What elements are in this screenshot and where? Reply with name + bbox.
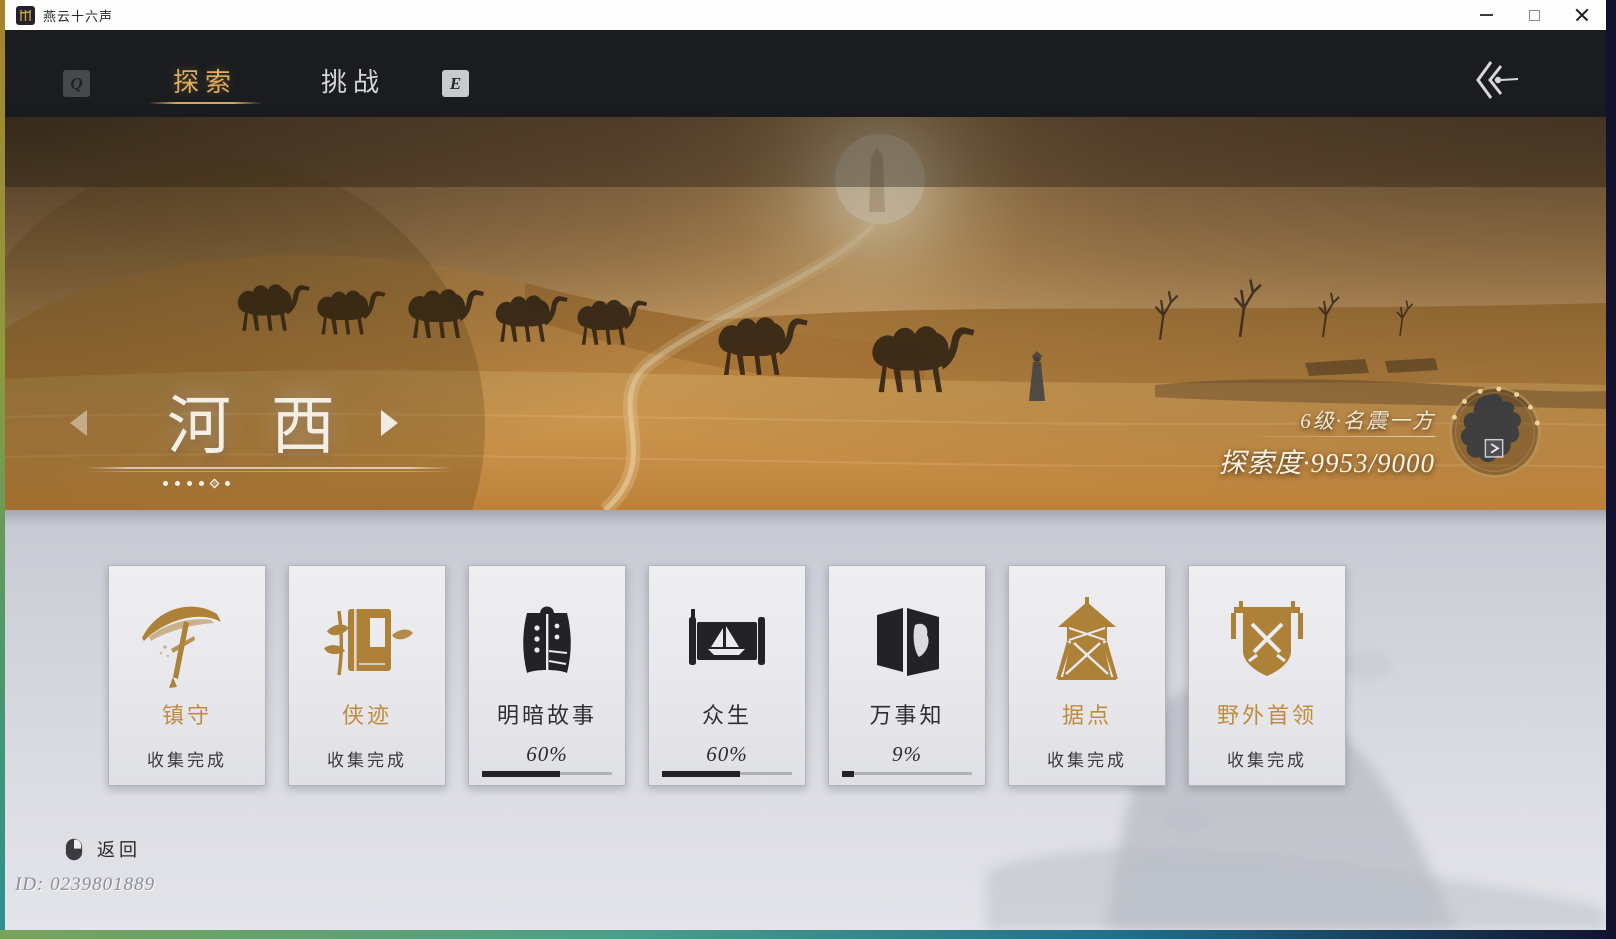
tab-challenge[interactable]: 挑战 xyxy=(303,62,403,99)
collection-cards-row: 镇守 收集完成 侠迹 收集完成 明暗故事 60% 众生 60% 万事知 9% 据… xyxy=(108,565,1346,786)
progress-fill xyxy=(482,770,560,777)
page-dot xyxy=(163,480,168,486)
top-nav: Q 探索 挑战 E xyxy=(5,30,1606,117)
scroll-boat-icon xyxy=(677,588,777,696)
card-wanshizhi[interactable]: 万事知 9% xyxy=(828,565,986,786)
card-status: 收集完成 xyxy=(327,751,407,770)
exploration-progress-text: 探索度·9953/9000 xyxy=(1218,448,1435,478)
page-dot xyxy=(199,480,204,486)
book-bamboo-icon xyxy=(317,588,417,696)
card-zhongsheng[interactable]: 众生 60% xyxy=(648,565,806,786)
page-dot xyxy=(187,480,192,486)
title-bar: 燕云十六声 xyxy=(5,0,1606,30)
region-name: 河西 xyxy=(167,391,375,462)
card-status: 收集完成 xyxy=(1227,751,1307,770)
card-title: 据点 xyxy=(1061,703,1112,728)
desktop-background-right xyxy=(1606,0,1616,939)
back-control[interactable]: 返回 xyxy=(65,836,141,862)
mouse-right-click-icon xyxy=(65,838,83,860)
card-percentage: 9% xyxy=(892,742,922,766)
card-percentage: 60% xyxy=(526,742,568,766)
level-divider-line xyxy=(1240,436,1435,437)
card-title: 侠迹 xyxy=(341,703,392,728)
card-title: 明暗故事 xyxy=(496,703,597,728)
prev-region-arrow[interactable] xyxy=(70,410,87,436)
region-level-text: 6级·名震一方 xyxy=(1300,409,1435,433)
progress-fill xyxy=(662,770,740,777)
game-window: 燕云十六声 Q 探索 挑战 E 河西 6级·名震一方 探索度·9953/9000… xyxy=(5,0,1606,930)
region-divider-line xyxy=(85,467,453,469)
card-title: 万事知 xyxy=(869,703,945,728)
card-title: 众生 xyxy=(701,703,752,728)
folding-screen-icon xyxy=(857,588,957,696)
page-dot xyxy=(175,480,180,486)
watchtower-icon xyxy=(1037,588,1137,696)
desktop-background-bottom xyxy=(0,930,1616,939)
card-xiaji[interactable]: 侠迹 收集完成 xyxy=(288,565,446,786)
collection-panel: 镇守 收集完成 侠迹 收集完成 明暗故事 60% 众生 60% 万事知 9% 据… xyxy=(5,510,1606,930)
region-hero-panel: 河西 6级·名震一方 探索度·9953/9000 xyxy=(5,117,1606,510)
minimize-icon xyxy=(1479,14,1493,16)
progress-bar xyxy=(662,770,792,777)
card-title: 镇守 xyxy=(161,703,212,728)
close-icon xyxy=(1575,8,1589,22)
card-title: 野外首领 xyxy=(1216,703,1317,728)
expand-map-button[interactable] xyxy=(1484,438,1504,458)
region-page-indicator xyxy=(163,477,230,489)
card-status: 收集完成 xyxy=(147,751,227,770)
region-divider-line2 xyxy=(85,471,453,472)
key-hint-q: Q xyxy=(63,70,90,97)
card-judian[interactable]: 据点 收集完成 xyxy=(1008,565,1166,786)
double-chevron-left-icon xyxy=(1476,61,1519,99)
tab-explore[interactable]: 探索 xyxy=(155,62,255,99)
progress-bar xyxy=(842,770,972,777)
maximize-icon xyxy=(1528,9,1540,21)
active-tab-underline xyxy=(148,102,262,104)
progress-fill xyxy=(842,770,854,777)
window-title: 燕云十六声 xyxy=(43,8,114,24)
card-percentage: 60% xyxy=(706,742,748,766)
card-status: 收集完成 xyxy=(1047,751,1127,770)
page-dot-active xyxy=(209,478,220,488)
parasol-icon xyxy=(137,588,237,696)
bell-icon xyxy=(497,588,597,696)
app-logo-icon xyxy=(16,5,35,25)
next-region-arrow[interactable] xyxy=(381,410,398,436)
close-button[interactable] xyxy=(1558,0,1606,30)
back-label: 返回 xyxy=(97,840,141,860)
card-yewaishouling[interactable]: 野外首领 收集完成 xyxy=(1188,565,1346,786)
page-dot xyxy=(225,480,230,486)
card-mingangushi[interactable]: 明暗故事 60% xyxy=(468,565,626,786)
card-zhenshou[interactable]: 镇守 收集完成 xyxy=(108,565,266,786)
region-map-medallion[interactable] xyxy=(1447,384,1543,480)
progress-bar xyxy=(482,770,612,777)
window-controls xyxy=(1462,0,1606,30)
minimize-button[interactable] xyxy=(1462,0,1510,30)
player-id: ID: 0239801889 xyxy=(15,874,156,895)
banner-icon xyxy=(1217,588,1317,696)
collapse-panel-button[interactable] xyxy=(1470,56,1520,104)
maximize-button[interactable] xyxy=(1510,0,1558,30)
key-hint-e: E xyxy=(442,70,469,97)
